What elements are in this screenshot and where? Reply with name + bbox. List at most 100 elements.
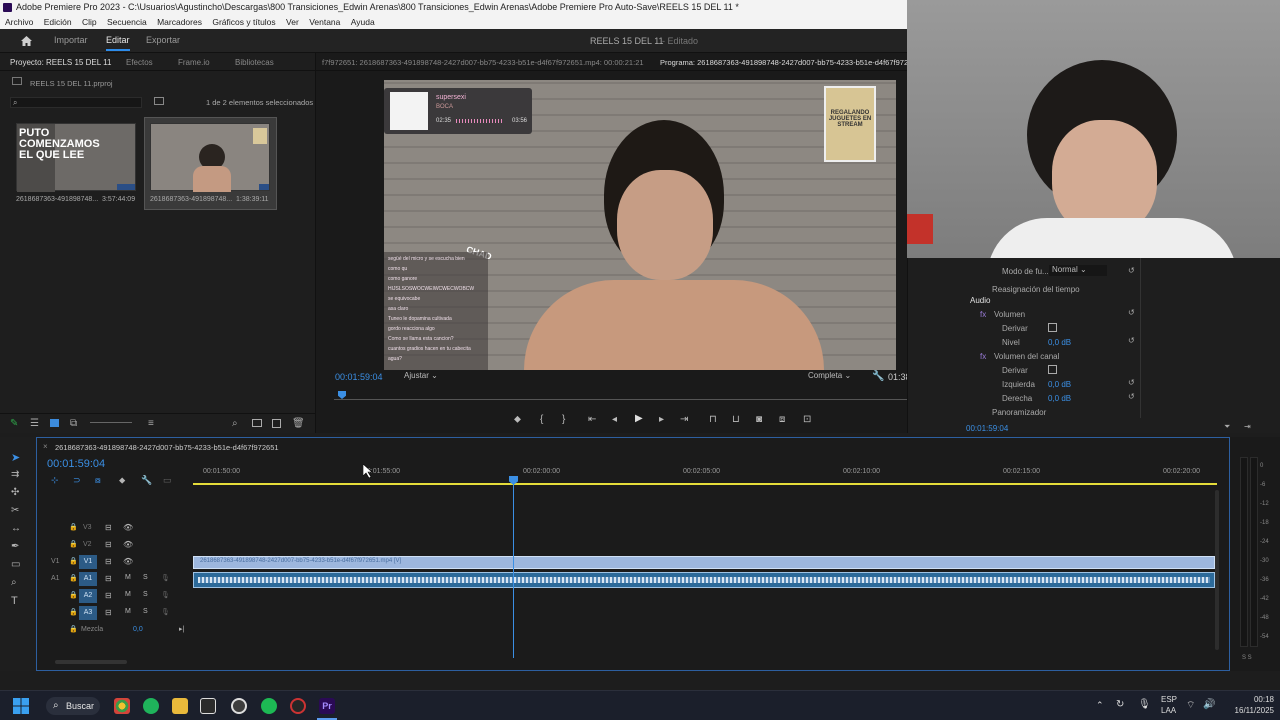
menu-secuencia[interactable]: Secuencia <box>107 15 147 29</box>
reset-icon[interactable]: ↺ <box>1128 266 1135 275</box>
track-select-tool-icon[interactable]: ⇉ <box>11 469 19 480</box>
export-icon[interactable]: ⇥ <box>1244 422 1251 431</box>
project-search-input[interactable]: ⌕ <box>10 97 142 108</box>
comparison-view-icon[interactable]: ⧈ <box>779 414 785 425</box>
tab-bibliotecas[interactable]: Bibliotecas <box>235 58 274 67</box>
timeline-timecode[interactable]: 00:01:59:04 <box>47 458 105 470</box>
source-patch-v1[interactable]: V1 <box>51 558 60 565</box>
mark-in-icon[interactable]: { <box>540 414 543 425</box>
whatsapp-icon[interactable] <box>143 698 159 714</box>
lock-icon[interactable]: 🔒 <box>69 574 78 582</box>
reset-icon[interactable]: ↺ <box>1128 308 1135 317</box>
file-explorer-icon[interactable] <box>172 698 188 714</box>
sync-lock-icon[interactable]: ⊟ <box>105 574 112 583</box>
vr-view-icon[interactable]: ⊡ <box>803 414 811 425</box>
sort-icon[interactable]: ≡ <box>148 418 154 429</box>
premiere-pro-icon[interactable]: Pr <box>319 698 335 714</box>
level-value[interactable]: 0,0 dB <box>1048 338 1071 347</box>
rectangle-tool-icon[interactable]: ▭ <box>11 559 20 570</box>
clip-thumbnail-1[interactable]: PUTO COMENZAMOS EL QUE LEE <box>16 123 136 192</box>
eye-icon[interactable]: 👁 <box>123 557 133 566</box>
timeline-vertical-scrollbar[interactable] <box>1215 490 1219 650</box>
hand-tool-icon[interactable]: ⌕ <box>11 577 17 588</box>
sync-lock-icon[interactable]: ⊟ <box>105 608 112 617</box>
snap-icon[interactable]: ⊹ <box>51 475 59 486</box>
channel-volume-section[interactable]: Volumen del canal <box>994 352 1059 361</box>
lock-icon[interactable]: 🔒 <box>69 523 78 531</box>
clock-time[interactable]: 00:18 <box>1236 695 1274 704</box>
add-marker-icon[interactable]: ⬥ <box>514 414 521 425</box>
reset-icon[interactable]: ↺ <box>1128 392 1135 401</box>
track-label-a3[interactable]: A3 <box>79 606 97 620</box>
reset-icon[interactable]: ↺ <box>1128 378 1135 387</box>
freeform-view-icon[interactable]: ⧉ <box>70 418 77 429</box>
lock-icon[interactable]: 🔒 <box>69 557 78 565</box>
selection-tool-icon[interactable]: ➤ <box>11 451 20 464</box>
track-label-a1[interactable]: A1 <box>79 572 97 586</box>
obs-icon[interactable] <box>290 698 306 714</box>
tab-exportar[interactable]: Exportar <box>146 35 180 45</box>
tab-editar[interactable]: Editar <box>106 35 130 51</box>
clip-thumbnail-2[interactable] <box>150 123 270 192</box>
bypass-checkbox[interactable] <box>1048 365 1057 374</box>
program-playhead-timecode[interactable]: 00:01:59:04 <box>335 372 383 382</box>
meter-solo-buttons[interactable]: S S <box>1242 655 1252 661</box>
volume-section[interactable]: Volumen <box>994 310 1025 319</box>
volume-icon[interactable]: 🔊 <box>1203 699 1215 710</box>
video-clip[interactable]: 2618687363-491898748-2427d007-bb75-4233-… <box>193 556 1215 569</box>
timeline-ruler[interactable]: 00:01:50:00 00:01:55:00 00:02:00:00 00:0… <box>193 464 1217 485</box>
timeline-marker-icon[interactable]: ⬥ <box>119 475 125 486</box>
lock-icon[interactable]: 🔒 <box>69 625 78 633</box>
timeline-horizontal-scrollbar[interactable] <box>55 660 127 664</box>
clock-date[interactable]: 16/11/2025 <box>1226 706 1274 715</box>
menu-archivo[interactable]: Archivo <box>5 15 33 29</box>
list-view-icon[interactable]: ☰ <box>30 418 39 429</box>
lift-icon[interactable]: ⊓ <box>709 414 717 425</box>
eye-icon[interactable]: 👁 <box>123 523 133 532</box>
sync-icon[interactable]: ↻ <box>1116 699 1124 710</box>
captions-icon[interactable]: ⧇ <box>95 475 101 486</box>
quality-select[interactable]: Completa ⌄ <box>808 371 864 383</box>
source-patch-a1[interactable]: A1 <box>51 575 60 582</box>
mix-value[interactable]: 0,0 <box>133 626 143 633</box>
type-tool-icon[interactable]: T <box>11 595 18 607</box>
source-monitor-tab[interactable]: f7f972651: 2618687363-491898748-2427d007… <box>322 58 644 67</box>
menu-clip[interactable]: Clip <box>82 15 97 29</box>
lock-icon[interactable]: 🔒 <box>69 591 78 599</box>
sequence-tab[interactable]: 2618687363-491898748-2427d007-bb75-4233-… <box>55 443 279 452</box>
razor-tool-icon[interactable]: ✂ <box>11 505 19 516</box>
windows-start-icon[interactable] <box>13 698 29 714</box>
trash-icon[interactable]: 🗑 <box>292 418 305 429</box>
lock-icon[interactable]: 🔒 <box>69 540 78 548</box>
extract-icon[interactable]: ⊔ <box>732 414 740 425</box>
capcut-icon[interactable] <box>200 698 216 714</box>
mark-out-icon[interactable]: } <box>562 414 565 425</box>
mute-button[interactable]: M <box>125 591 131 598</box>
solo-button[interactable]: S <box>143 591 148 598</box>
close-icon[interactable]: × <box>43 442 48 451</box>
spotify-icon[interactable] <box>261 698 277 714</box>
step-back-icon[interactable]: ◂ <box>612 414 617 425</box>
solo-button[interactable]: S <box>143 608 148 615</box>
menu-graficos[interactable]: Gráficos y títulos <box>212 15 275 29</box>
new-item-icon[interactable] <box>272 419 281 428</box>
captions-toggle-icon[interactable]: ▭ <box>163 475 172 486</box>
mix-go-to-end-icon[interactable]: ▸| <box>179 625 184 633</box>
voiceover-icon[interactable]: 🎙 <box>161 574 170 582</box>
go-to-in-icon[interactable]: ⇤ <box>588 414 596 425</box>
tab-importar[interactable]: Importar <box>54 35 88 45</box>
sync-lock-icon[interactable]: ⊟ <box>105 540 112 549</box>
panner-label[interactable]: Panoramizador <box>992 408 1046 417</box>
track-label-a2[interactable]: A2 <box>79 589 97 603</box>
timeline-settings-icon[interactable]: 🔧 <box>141 475 152 486</box>
audio-clip[interactable] <box>193 572 1215 588</box>
wifi-icon[interactable]: ⌔ <box>1186 699 1195 712</box>
lock-icon[interactable]: 🔒 <box>69 608 78 616</box>
solo-button[interactable]: S <box>143 574 148 581</box>
microphone-icon[interactable]: 🎙 <box>1138 699 1151 710</box>
tab-frameio[interactable]: Frame.io <box>178 58 210 67</box>
chatgpt-icon[interactable] <box>231 698 247 714</box>
play-button[interactable]: ▶ <box>635 413 643 424</box>
sync-lock-icon[interactable]: ⊟ <box>105 557 112 566</box>
eye-icon[interactable]: 👁 <box>123 540 133 549</box>
